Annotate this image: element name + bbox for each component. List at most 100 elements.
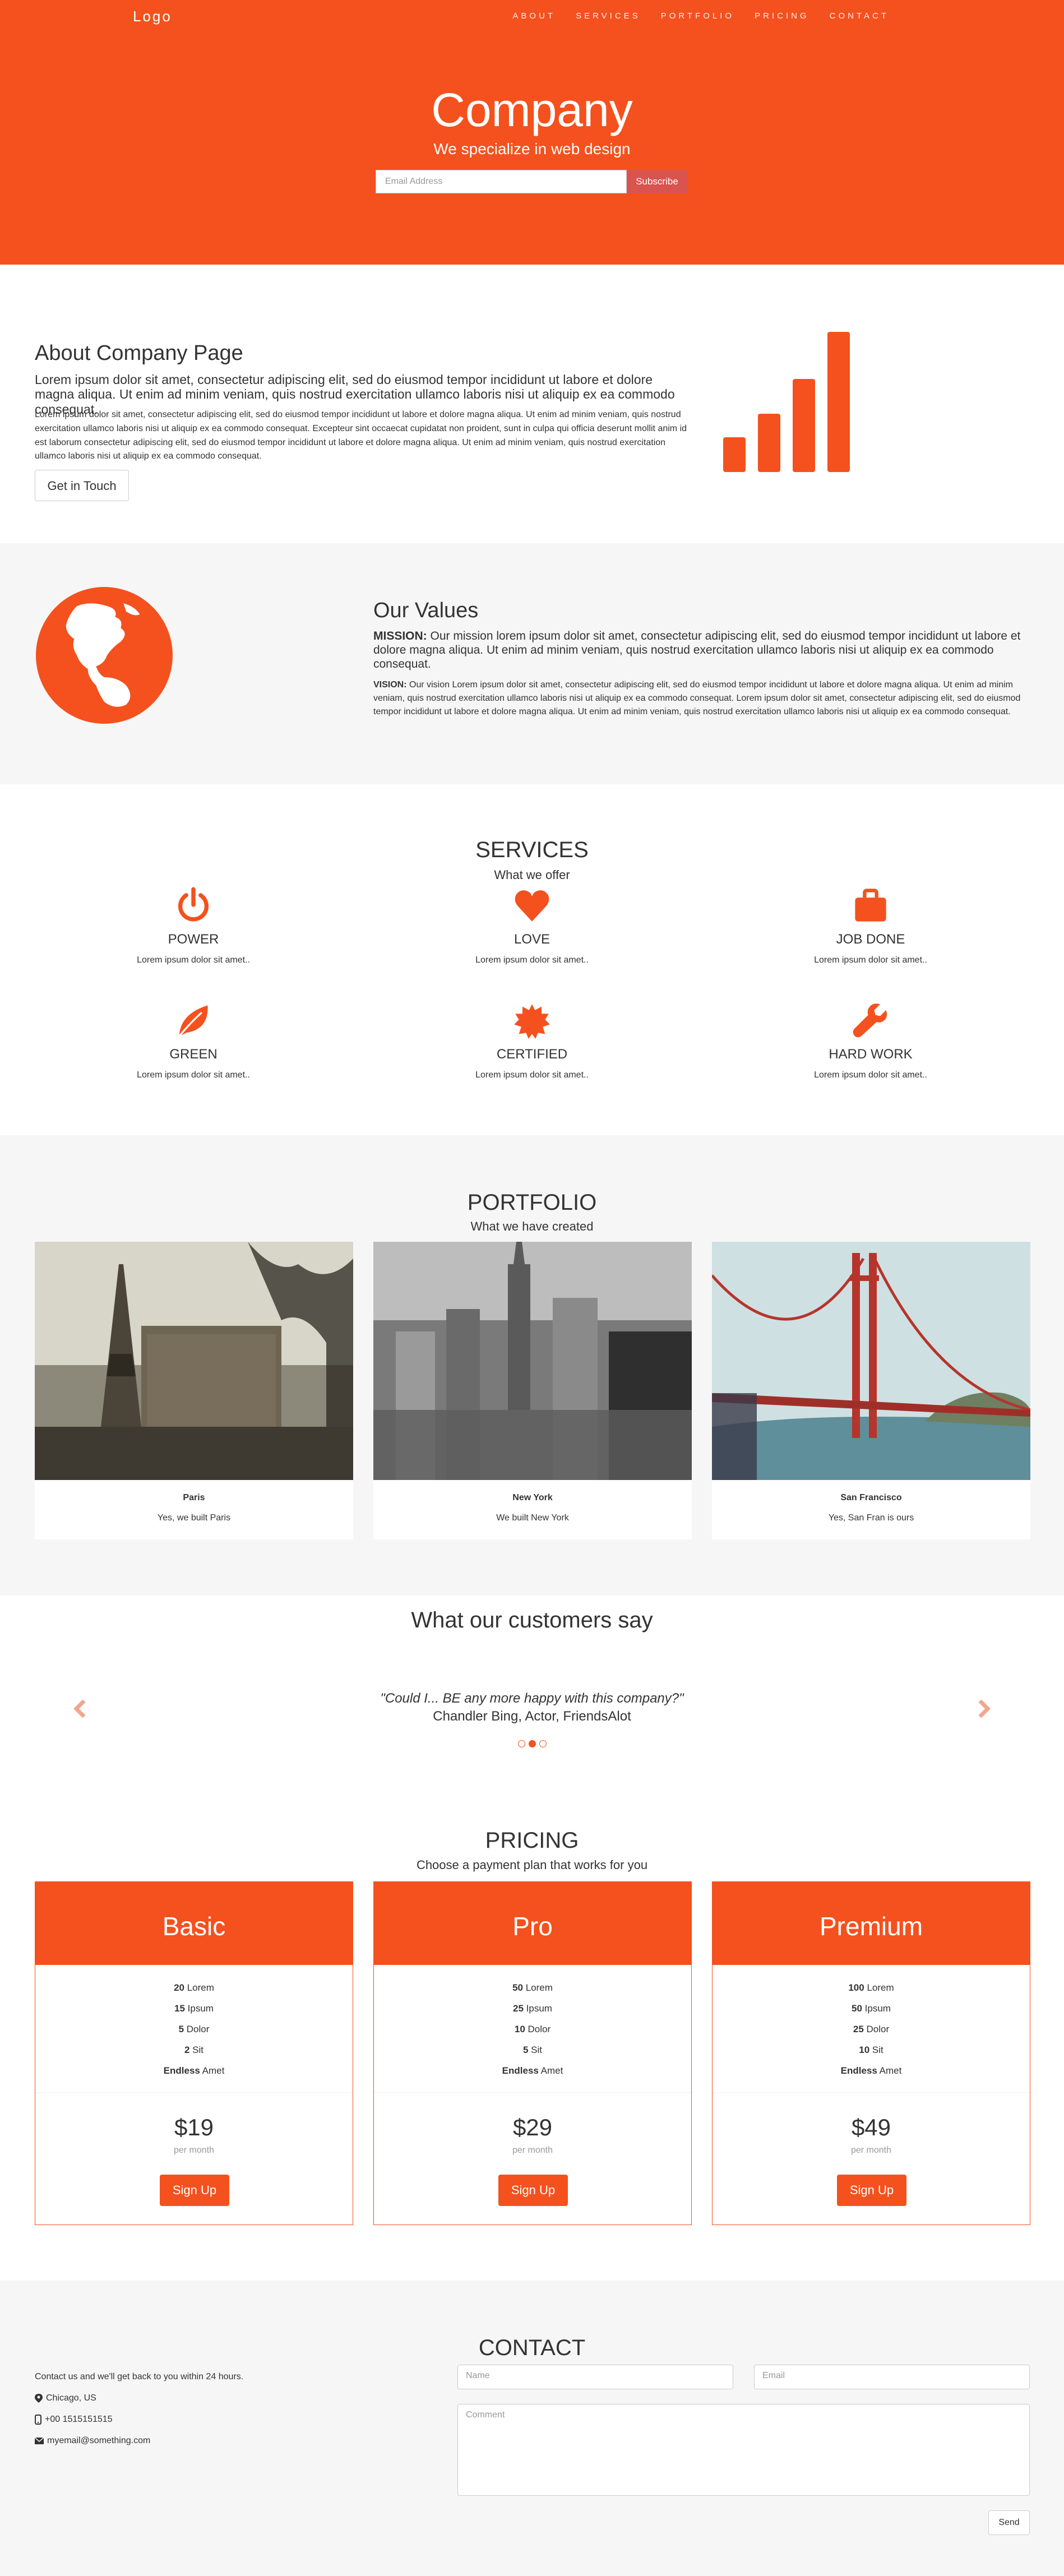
contact-title: CONTACT xyxy=(478,2335,586,2360)
values-section: Our Values MISSION: Our mission lorem ip… xyxy=(0,543,1064,784)
contact-info: Contact us and we'll get back to you wit… xyxy=(35,2366,243,2452)
feature-name: Ipsum xyxy=(184,2003,214,2014)
plan-price: $19 xyxy=(174,2114,214,2140)
service-item: JOB DONE Lorem ipsum dolor sit amet.. xyxy=(702,887,1039,965)
pricing-card-basic: Basic 20 Lorem 15 Ipsum 5 Dolor 2 Sit En… xyxy=(35,1881,353,2225)
contact-email: myemail@something.com xyxy=(35,2430,243,2452)
feature-name: Dolor xyxy=(184,2024,210,2034)
service-item: GREEN Lorem ipsum dolor sit amet.. xyxy=(25,1002,362,1080)
nav-item-contact[interactable]: CONTACT xyxy=(830,11,889,21)
comment-field[interactable]: Comment xyxy=(457,2404,1030,2496)
plan-price: $49 xyxy=(851,2114,891,2140)
carousel-dot-active[interactable] xyxy=(529,1740,536,1747)
feature-count: 50 xyxy=(512,1982,523,1993)
navbar: Logo ABOUT SERVICES PORTFOLIO PRICING CO… xyxy=(0,0,1064,34)
plan-features: 20 Lorem 15 Ipsum 5 Dolor 2 Sit Endless … xyxy=(35,1977,353,2081)
nav-item-portfolio[interactable]: PORTFOLIO xyxy=(661,11,734,21)
portfolio-card[interactable]: San Francisco Yes, San Fran is ours xyxy=(712,1242,1030,1539)
service-name: JOB DONE xyxy=(836,932,905,947)
portfolio-card[interactable]: Paris Yes, we built Paris xyxy=(35,1242,353,1539)
testimonials-section: What our customers say "Could I... BE an… xyxy=(0,1595,1064,1797)
vision-body: Our vision Lorem ipsum dolor sit amet, c… xyxy=(373,680,1021,716)
vision-text: VISION: Our vision Lorem ipsum dolor sit… xyxy=(373,678,1029,719)
service-text: Lorem ipsum dolor sit amet.. xyxy=(814,955,927,965)
services-title: SERVICES xyxy=(475,838,589,862)
service-text: Lorem ipsum dolor sit amet.. xyxy=(475,1070,589,1080)
envelope-icon xyxy=(35,2438,44,2444)
name-field[interactable]: Name xyxy=(457,2365,733,2389)
carousel-dot[interactable] xyxy=(518,1740,525,1747)
feature-name: Lorem xyxy=(523,1982,553,1993)
sign-up-button[interactable]: Sign Up xyxy=(837,2175,906,2206)
services-subtitle: What we offer xyxy=(494,868,570,882)
plan-price: $29 xyxy=(512,2114,553,2140)
feature-name: Lorem xyxy=(184,1982,214,1993)
nav-item-services[interactable]: SERVICES xyxy=(576,11,641,21)
portfolio-title: PORTFOLIO xyxy=(467,1190,597,1215)
pricing-card-premium: Premium 100 Lorem 50 Ipsum 25 Dolor 10 S… xyxy=(712,1881,1030,2225)
nav-item-about[interactable]: ABOUT xyxy=(512,11,556,21)
feature-count: 50 xyxy=(852,2003,862,2014)
portfolio-subtitle: What we have created xyxy=(470,1219,594,1233)
feature-count: 100 xyxy=(848,1982,864,1993)
plan-period: per month xyxy=(850,2145,892,2155)
contact-intro: Contact us and we'll get back to you wit… xyxy=(35,2372,244,2381)
portfolio-card-text: Yes, we built Paris xyxy=(157,1513,231,1523)
feature-count: 25 xyxy=(853,2024,864,2034)
portfolio-card-text: Yes, San Fran is ours xyxy=(828,1513,914,1523)
chevron-right-icon[interactable] xyxy=(972,1698,994,1720)
hero-subtitle: We specialize in web design xyxy=(433,140,631,158)
pricing-title: PRICING xyxy=(485,1828,579,1853)
pricing-section: PRICING Choose a payment plan that works… xyxy=(0,1797,1064,2281)
feature-count: 20 xyxy=(174,1982,184,1993)
email-field[interactable]: Email xyxy=(754,2365,1030,2389)
feature-count: 25 xyxy=(513,2003,524,2014)
new-york-photo xyxy=(373,1242,692,1480)
plan-period: per month xyxy=(173,2145,215,2155)
pricing-card-pro: Pro 50 Lorem 25 Ipsum 10 Dolor 5 Sit End… xyxy=(373,1881,692,2225)
feature-name: Ipsum xyxy=(523,2003,552,2014)
leaf-icon xyxy=(178,1005,208,1037)
feature-name: Amet xyxy=(877,2065,902,2076)
mission-body: Our mission lorem ipsum dolor sit amet, … xyxy=(373,630,1021,671)
logo[interactable]: Logo xyxy=(133,8,172,25)
hero-section: Company We specialize in web design Emai… xyxy=(0,34,1064,265)
service-item: LOVE Lorem ipsum dolor sit amet.. xyxy=(364,887,700,965)
services-section: SERVICES What we offer POWER Lorem ipsum… xyxy=(0,784,1064,1135)
certificate-icon xyxy=(514,1004,550,1039)
globe-icon xyxy=(36,587,173,724)
service-item: HARD WORK Lorem ipsum dolor sit amet.. xyxy=(702,1002,1039,1080)
service-text: Lorem ipsum dolor sit amet.. xyxy=(137,955,250,965)
power-icon xyxy=(178,887,209,922)
about-title: About Company Page xyxy=(35,341,243,365)
plan-period: per month xyxy=(512,2145,553,2155)
mission-text: MISSION: Our mission lorem ipsum dolor s… xyxy=(373,629,1029,672)
send-button[interactable]: Send xyxy=(988,2510,1030,2535)
paris-photo xyxy=(35,1242,353,1480)
service-text: Lorem ipsum dolor sit amet.. xyxy=(475,955,589,965)
carousel-dot[interactable] xyxy=(539,1740,547,1747)
nav-item-pricing[interactable]: PRICING xyxy=(755,11,809,21)
carousel-indicators xyxy=(518,1740,547,1747)
plan-features: 100 Lorem 50 Ipsum 25 Dolor 10 Sit Endle… xyxy=(713,1977,1030,2081)
feature-count: Endless xyxy=(840,2065,877,2076)
email-input[interactable]: Email Address xyxy=(376,170,627,193)
service-item: CERTIFIED Lorem ipsum dolor sit amet.. xyxy=(364,1002,700,1080)
portfolio-card-title: New York xyxy=(512,1493,553,1502)
feature-name: Lorem xyxy=(864,1982,894,1993)
email-text: myemail@something.com xyxy=(47,2436,151,2445)
location-text: Chicago, US xyxy=(46,2393,96,2403)
feature-name: Sit xyxy=(189,2045,204,2055)
service-name: CERTIFIED xyxy=(496,1047,568,1062)
portfolio-card[interactable]: New York We built New York xyxy=(373,1242,692,1539)
service-name: LOVE xyxy=(514,932,550,947)
sign-up-button[interactable]: Sign Up xyxy=(498,2175,568,2206)
divider xyxy=(35,2092,353,2093)
get-in-touch-button[interactable]: Get in Touch xyxy=(35,470,129,501)
about-section: About Company Page Lorem ipsum dolor sit… xyxy=(0,265,1064,543)
testimonial-author: Chandler Bing, Actor, FriendsAlot xyxy=(433,1709,631,1724)
subscribe-button[interactable]: Subscribe xyxy=(627,170,687,193)
sign-up-button[interactable]: Sign Up xyxy=(160,2175,229,2206)
feature-name: Ipsum xyxy=(862,2003,891,2014)
portfolio-section: PORTFOLIO What we have created Paris Yes… xyxy=(0,1135,1064,1595)
